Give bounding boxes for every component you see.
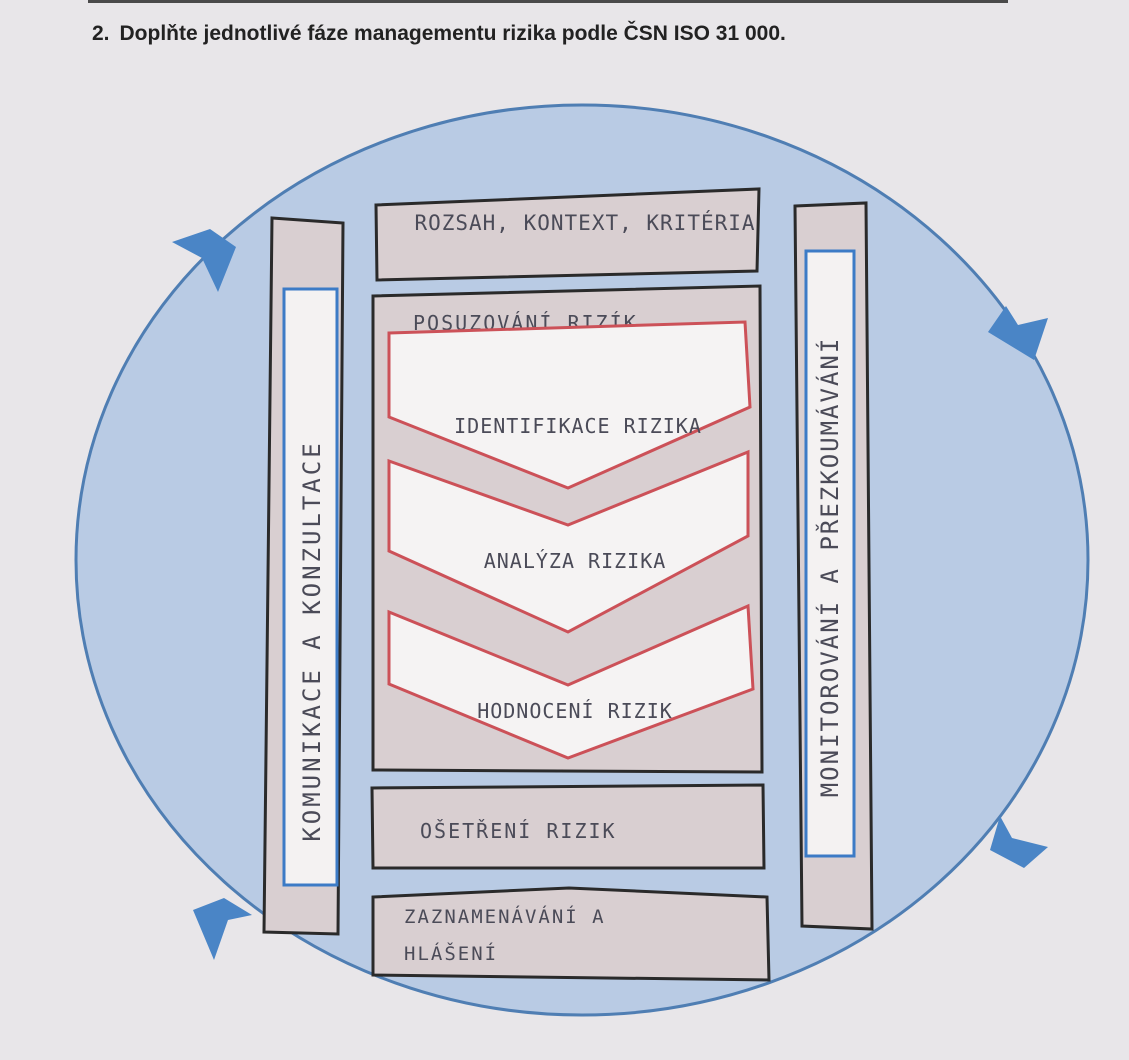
- scope-box-label: ROZSAH, KONTEXT, KRITÉRIA: [414, 210, 755, 235]
- right-bar-label: MONITOROVÁNÍ A PŘEZKOUMÁVÁNÍ: [815, 337, 844, 798]
- cycle-arrow-right-lower-icon: [990, 816, 1048, 868]
- left-bar-label: KOMUNIKACE A KONZULTACE: [298, 440, 326, 841]
- recording-box-line-1: ZAZNAMENÁVÁNÍ A: [404, 905, 606, 928]
- step-evaluation-label: HODNOCENÍ RIZIK: [477, 699, 673, 723]
- recording-box: [371, 886, 771, 982]
- recording-box-line-2: HLÁŠENÍ: [404, 941, 498, 965]
- step-analysis-label: ANALÝZA RIZIKA: [484, 549, 667, 573]
- cycle-arrow-bottom-left-icon: [193, 898, 252, 960]
- step-identification-label: IDENTIFIKACE RIZIKA: [454, 414, 702, 438]
- treatment-box-label: OŠETŘENÍ RIZIK: [420, 819, 617, 843]
- risk-management-diagram: KOMUNIKACE A KONZULTACE MONITOROVÁNÍ A P…: [74, 103, 1090, 1017]
